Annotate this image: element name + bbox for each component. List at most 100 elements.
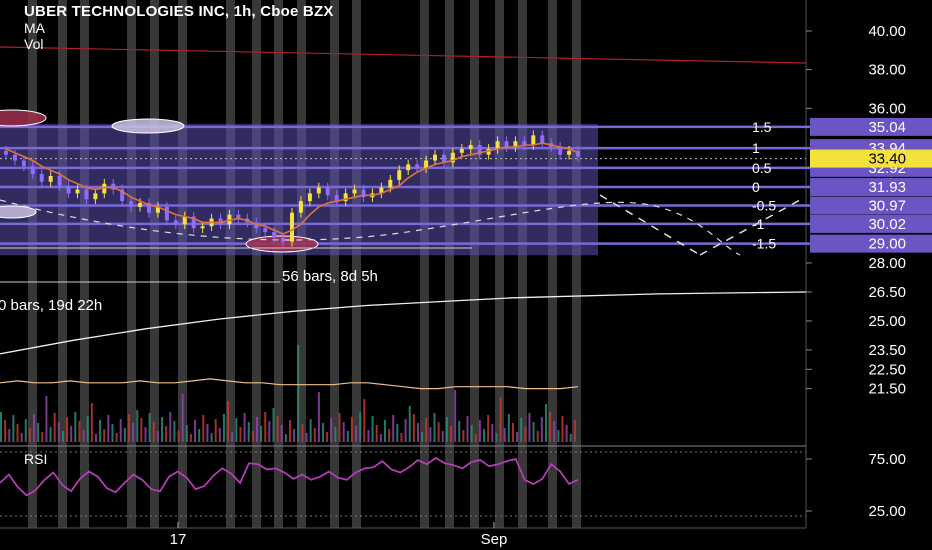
fib-level-label-0: 1.5 bbox=[752, 119, 772, 135]
volume-bar-80 bbox=[330, 418, 333, 442]
price-tick-label-0: 40.00 bbox=[868, 23, 906, 40]
volume-bar-103 bbox=[425, 418, 428, 442]
candle-body-22 bbox=[200, 226, 205, 229]
volume-bar-63 bbox=[260, 426, 263, 442]
price-tick-label-4: 26.50 bbox=[868, 284, 906, 301]
session-stripe-1 bbox=[58, 0, 67, 528]
volume-bar-44 bbox=[181, 394, 184, 442]
session-stripe-12 bbox=[420, 0, 429, 528]
volume-bar-1 bbox=[4, 420, 7, 442]
volume-bar-55 bbox=[227, 401, 230, 442]
volume-bar-20 bbox=[82, 430, 85, 442]
volume-bar-119 bbox=[491, 424, 494, 442]
candle-body-10 bbox=[93, 193, 98, 200]
volume-bar-91 bbox=[375, 425, 378, 442]
volume-bar-28 bbox=[115, 433, 118, 442]
candle-body-15 bbox=[138, 203, 143, 207]
time-axis: 17 Sep bbox=[0, 522, 806, 548]
session-stripe-14 bbox=[470, 0, 479, 528]
candle-body-44 bbox=[397, 170, 402, 180]
volume-bar-21 bbox=[86, 416, 89, 442]
volume-bar-117 bbox=[483, 429, 486, 442]
volume-bar-76 bbox=[313, 428, 316, 442]
candle-body-0 bbox=[4, 150, 8, 155]
volume-bar-108 bbox=[445, 417, 448, 442]
volume-bar-85 bbox=[350, 417, 353, 442]
candle-body-3 bbox=[30, 166, 35, 175]
volume-bar-95 bbox=[392, 415, 395, 442]
candle-body-35 bbox=[316, 187, 321, 194]
session-stripe-11 bbox=[352, 0, 361, 528]
volume-bar-35 bbox=[144, 427, 147, 442]
volume-bar-47 bbox=[194, 420, 197, 442]
volume-bar-48 bbox=[198, 429, 201, 442]
drawing-ellipse-2 bbox=[0, 205, 37, 219]
volume-bar-124 bbox=[511, 423, 514, 442]
candle-body-6 bbox=[57, 175, 62, 186]
volume-bar-5 bbox=[20, 433, 23, 442]
volume-bar-97 bbox=[400, 433, 403, 442]
last-price-tag-label: 33.40 bbox=[868, 151, 906, 168]
session-stripe-15 bbox=[495, 0, 504, 528]
volume-bar-114 bbox=[470, 425, 473, 442]
volume-bar-125 bbox=[516, 432, 519, 442]
volume-bar-10 bbox=[41, 432, 44, 442]
volume-bar-11 bbox=[45, 396, 48, 442]
candle-body-1 bbox=[12, 154, 17, 161]
session-stripe-18 bbox=[572, 0, 581, 528]
volume-bar-33 bbox=[136, 410, 139, 442]
price-tick-label-5: 25.00 bbox=[868, 313, 906, 330]
volume-bar-118 bbox=[487, 415, 490, 442]
volume-bar-18 bbox=[74, 412, 77, 442]
rsi-label: RSI bbox=[24, 451, 48, 467]
candle-body-59 bbox=[531, 135, 536, 146]
volume-bar-104 bbox=[429, 427, 432, 442]
volume-bar-96 bbox=[396, 424, 399, 442]
volume-bar-92 bbox=[379, 434, 382, 442]
volume-bar-121 bbox=[499, 397, 502, 442]
volume-bar-66 bbox=[272, 408, 275, 442]
volume-bar-81 bbox=[334, 427, 337, 442]
volume-bar-15 bbox=[61, 431, 64, 442]
volume-bar-58 bbox=[239, 427, 242, 442]
chart-canvas[interactable]: 1.5 1 0.5 0 -0.5 -1 -1.5 40.00 38.00 36.00 28.00 2… bbox=[0, 0, 932, 550]
candle-body-19 bbox=[173, 220, 178, 225]
volume-bar-94 bbox=[388, 429, 391, 442]
legend-vol[interactable]: Vol bbox=[24, 36, 334, 52]
volume-bar-70 bbox=[289, 420, 291, 442]
volume-bar-111 bbox=[458, 421, 461, 442]
volume-bar-128 bbox=[528, 413, 531, 442]
candle-body-31 bbox=[281, 237, 286, 242]
volume-bar-64 bbox=[264, 412, 267, 442]
candle-body-51 bbox=[459, 148, 464, 153]
fib-level-label-3: 0 bbox=[752, 179, 760, 195]
volume-bar-71 bbox=[293, 429, 296, 442]
volume-bar-136 bbox=[561, 416, 564, 442]
price-axis: 40.00 38.00 36.00 28.00 26.50 25.00 23.50 22.50… bbox=[806, 23, 932, 520]
session-stripe-13 bbox=[445, 0, 454, 528]
volume-bar-24 bbox=[99, 420, 102, 442]
volume-bar-135 bbox=[557, 430, 560, 442]
volume-bar-129 bbox=[532, 422, 535, 442]
session-stripe-4 bbox=[150, 0, 159, 528]
candle-body-36 bbox=[325, 187, 330, 196]
volume-bar-115 bbox=[474, 434, 477, 442]
legend-ma[interactable]: MA bbox=[24, 20, 334, 36]
fib-level-label-2: 0.5 bbox=[752, 160, 772, 176]
fib-price-tag-label-3: 31.93 bbox=[868, 179, 906, 196]
volume-bar-56 bbox=[231, 432, 234, 442]
time-label-0: 17 bbox=[170, 531, 187, 548]
volume-bar-39 bbox=[161, 417, 164, 442]
volume-bar-23 bbox=[94, 434, 97, 442]
candle-body-55 bbox=[495, 141, 500, 149]
candle-body-34 bbox=[307, 193, 312, 202]
session-stripe-0 bbox=[28, 0, 37, 528]
volume-bar-40 bbox=[165, 426, 168, 442]
volume-bar-131 bbox=[540, 417, 543, 442]
session-stripe-8 bbox=[274, 0, 283, 528]
volume-bar-110 bbox=[454, 390, 457, 442]
session-stripe-2 bbox=[80, 0, 89, 528]
session-stripe-6 bbox=[226, 0, 235, 528]
candle-body-29 bbox=[263, 228, 268, 233]
volume-bar-62 bbox=[255, 417, 258, 442]
